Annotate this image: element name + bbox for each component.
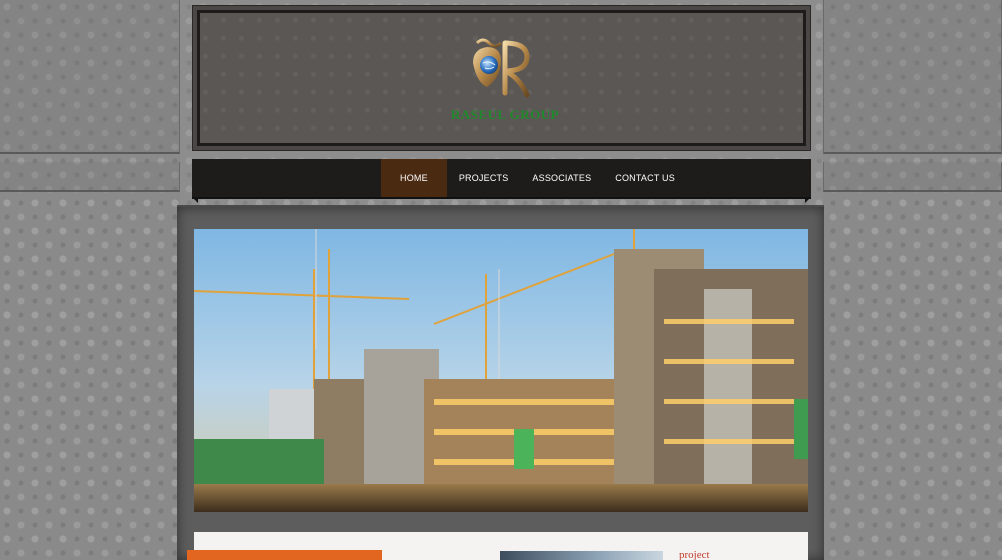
project-link[interactable]: project xyxy=(679,550,710,560)
left-decor-strip xyxy=(0,162,180,192)
section-accent-bar xyxy=(187,550,382,560)
nav-contact-us[interactable]: CONTACT US xyxy=(603,159,687,197)
construction-site-cranes-image xyxy=(194,229,808,512)
nav-associates[interactable]: ASSOCIATES xyxy=(520,159,603,197)
main-nav: HOME PROJECTS ASSOCIATES CONTACT US xyxy=(192,159,811,203)
brand-name: RASEUL GROUP xyxy=(450,107,560,122)
header-inner: RASEUL GROUP xyxy=(197,10,806,146)
site-logo[interactable]: RASEUL GROUP xyxy=(450,35,560,127)
nav-home[interactable]: HOME xyxy=(381,159,447,197)
site-header: RASEUL GROUP xyxy=(192,5,811,151)
hero-banner xyxy=(194,229,808,512)
project-thumbnail[interactable] xyxy=(500,551,663,560)
right-decor-strip xyxy=(823,162,1002,192)
nav-projects[interactable]: PROJECTS xyxy=(447,159,521,197)
nav-items: HOME PROJECTS ASSOCIATES CONTACT US xyxy=(381,159,687,197)
right-decor-panel xyxy=(823,0,1002,154)
rr-monogram-globe-icon xyxy=(473,38,530,98)
left-decor-panel xyxy=(0,0,180,154)
